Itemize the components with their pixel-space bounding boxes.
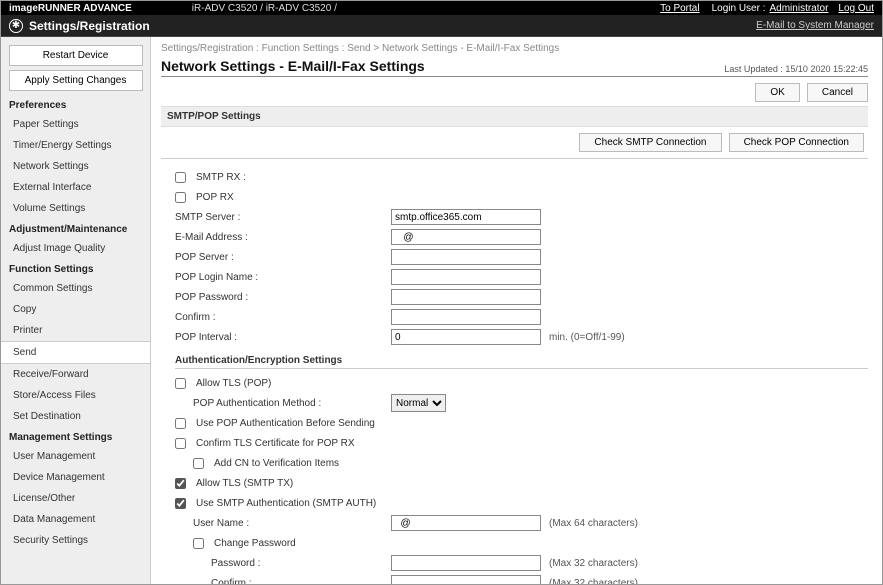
page-title: Network Settings - E-Mail/I-Fax Settings (161, 58, 425, 74)
model-label: iR-ADV C3520 / iR-ADV C3520 / (192, 3, 337, 14)
use-smtp-auth-checkbox[interactable] (175, 498, 186, 509)
use-pop-before-checkbox[interactable] (175, 418, 186, 429)
username-input[interactable] (391, 515, 541, 531)
confirm-tls-pop-rx-checkbox[interactable] (175, 438, 186, 449)
header-title: Settings/Registration (29, 19, 150, 33)
to-portal-link[interactable]: To Portal (660, 3, 699, 14)
password-input[interactable] (391, 555, 541, 571)
smtp-server-input[interactable] (391, 209, 541, 225)
confirm-tls-pop-rx-label: Confirm TLS Certificate for POP RX (196, 438, 355, 449)
pop-password-label: POP Password : (175, 292, 391, 303)
pop-rx-checkbox[interactable] (175, 192, 186, 203)
apply-setting-changes-button[interactable]: Apply Setting Changes (9, 70, 143, 91)
sidebar-item-license-other[interactable]: License/Other (1, 488, 150, 509)
pop-interval-input[interactable] (391, 329, 541, 345)
sidebar-group-adjustment: Adjustment/Maintenance (1, 219, 150, 238)
sidebar: Restart Device Apply Setting Changes Pre… (1, 37, 151, 584)
smtp-server-label: SMTP Server : (175, 212, 391, 223)
smtp-pop-section-header: SMTP/POP Settings (161, 106, 868, 127)
sidebar-item-volume-settings[interactable]: Volume Settings (1, 198, 150, 219)
add-cn-verify-label: Add CN to Verification Items (214, 458, 339, 469)
sidebar-item-store-access[interactable]: Store/Access Files (1, 385, 150, 406)
header-bar: ✱ Settings/Registration E-Mail to System… (1, 15, 882, 37)
pop-server-label: POP Server : (175, 252, 391, 263)
pop-auth-method-select[interactable]: Normal (391, 394, 446, 412)
sidebar-item-network-settings[interactable]: Network Settings (1, 156, 150, 177)
login-user-label: Login User : (712, 3, 766, 14)
pop-login-input[interactable] (391, 269, 541, 285)
breadcrumb: Settings/Registration : Function Setting… (161, 43, 868, 54)
pop-rx-label: POP RX (196, 192, 234, 203)
top-bar: imageRUNNER ADVANCE iR-ADV C3520 / iR-AD… (1, 1, 882, 15)
login-user-link[interactable]: Administrator (770, 3, 829, 14)
sidebar-item-user-management[interactable]: User Management (1, 446, 150, 467)
allow-tls-smtp-tx-checkbox[interactable] (175, 478, 186, 489)
sidebar-group-function: Function Settings (1, 259, 150, 278)
cancel-button[interactable]: Cancel (807, 83, 868, 102)
check-smtp-button[interactable]: Check SMTP Connection (579, 133, 721, 152)
use-pop-before-label: Use POP Authentication Before Sending (196, 418, 375, 429)
confirm2-input[interactable] (391, 575, 541, 584)
add-cn-verify-checkbox[interactable] (193, 458, 204, 469)
password-label: Password : (211, 558, 391, 569)
sidebar-item-common-settings[interactable]: Common Settings (1, 278, 150, 299)
auth-encryption-header: Authentication/Encryption Settings (175, 355, 868, 369)
sidebar-item-printer[interactable]: Printer (1, 320, 150, 341)
logout-link[interactable]: Log Out (838, 3, 874, 14)
sidebar-item-set-destination[interactable]: Set Destination (1, 406, 150, 427)
password-hint: (Max 32 characters) (549, 558, 638, 569)
mail-system-manager-link[interactable]: E-Mail to System Manager (756, 20, 874, 31)
pop-auth-method-label: POP Authentication Method : (193, 398, 391, 409)
confirm2-hint: (Max 32 characters) (549, 578, 638, 585)
pop-confirm-input[interactable] (391, 309, 541, 325)
sidebar-item-data-management[interactable]: Data Management (1, 509, 150, 530)
sidebar-item-timer-energy[interactable]: Timer/Energy Settings (1, 135, 150, 156)
ok-button[interactable]: OK (755, 83, 799, 102)
username-hint: (Max 64 characters) (549, 518, 638, 529)
sidebar-item-external-interface[interactable]: External Interface (1, 177, 150, 198)
restart-device-button[interactable]: Restart Device (9, 45, 143, 66)
last-updated-label: Last Updated : 15/10 2020 15:22:45 (724, 64, 868, 74)
sidebar-item-device-management[interactable]: Device Management (1, 467, 150, 488)
confirm2-label: Confirm : (211, 578, 391, 585)
sidebar-item-paper-settings[interactable]: Paper Settings (1, 114, 150, 135)
pop-interval-hint: min. (0=Off/1-99) (549, 332, 625, 343)
sidebar-item-security-settings[interactable]: Security Settings (1, 530, 150, 551)
brand-label: imageRUNNER ADVANCE (9, 3, 132, 14)
sidebar-item-copy[interactable]: Copy (1, 299, 150, 320)
pop-confirm-label: Confirm : (175, 312, 391, 323)
sidebar-item-receive-forward[interactable]: Receive/Forward (1, 364, 150, 385)
sidebar-group-management: Management Settings (1, 427, 150, 446)
sidebar-item-send[interactable]: Send (1, 341, 151, 364)
allow-tls-pop-checkbox[interactable] (175, 378, 186, 389)
check-pop-button[interactable]: Check POP Connection (729, 133, 864, 152)
change-password-label: Change Password (214, 538, 296, 549)
pop-server-input[interactable] (391, 249, 541, 265)
smtp-rx-label: SMTP RX : (196, 172, 246, 183)
email-address-input[interactable] (391, 229, 541, 245)
sidebar-item-adjust-image[interactable]: Adjust Image Quality (1, 238, 150, 259)
use-smtp-auth-label: Use SMTP Authentication (SMTP AUTH) (196, 498, 376, 509)
pop-login-label: POP Login Name : (175, 272, 391, 283)
allow-tls-pop-label: Allow TLS (POP) (196, 378, 271, 389)
allow-tls-smtp-tx-label: Allow TLS (SMTP TX) (196, 478, 293, 489)
username-label: User Name : (193, 518, 391, 529)
sidebar-group-preferences: Preferences (1, 95, 150, 114)
pop-interval-label: POP Interval : (175, 332, 391, 343)
change-password-checkbox[interactable] (193, 538, 204, 549)
email-address-label: E-Mail Address : (175, 232, 391, 243)
gear-icon: ✱ (9, 19, 23, 33)
smtp-rx-checkbox[interactable] (175, 172, 186, 183)
content-area: Settings/Registration : Function Setting… (151, 37, 882, 584)
pop-password-input[interactable] (391, 289, 541, 305)
